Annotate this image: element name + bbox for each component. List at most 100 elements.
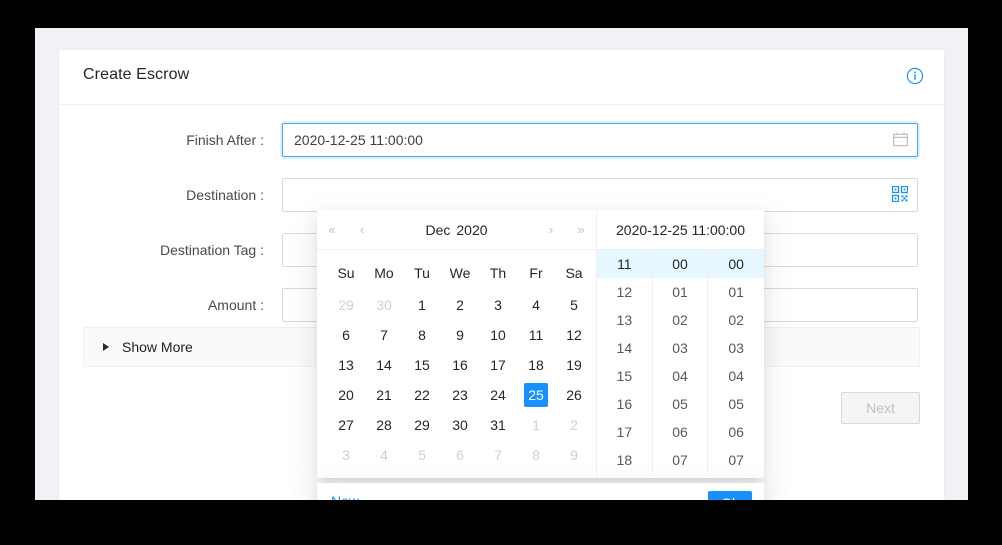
hour-option-14[interactable]: 14 xyxy=(597,334,652,362)
day-26[interactable]: 26 xyxy=(562,383,586,407)
day-6[interactable]: 6 xyxy=(334,323,358,347)
picker-view-label: Dec 2020 xyxy=(377,222,536,238)
card-header: Create Escrow xyxy=(59,50,944,105)
day-13[interactable]: 13 xyxy=(334,353,358,377)
hour-option-16[interactable]: 16 xyxy=(597,390,652,418)
calendar-cell: 22 xyxy=(403,380,441,410)
second-option-06[interactable]: 06 xyxy=(708,418,764,446)
next-month-button[interactable]: › xyxy=(536,210,566,250)
day-12[interactable]: 12 xyxy=(562,323,586,347)
qrcode-icon[interactable] xyxy=(891,185,909,203)
day-28[interactable]: 28 xyxy=(372,413,396,437)
calendar-cell: 25 xyxy=(517,380,555,410)
prev-month-button[interactable]: ‹ xyxy=(347,210,377,250)
ok-button[interactable]: Ok xyxy=(708,491,752,500)
second-option-05[interactable]: 05 xyxy=(708,390,764,418)
weekday-fr: Fr xyxy=(529,265,543,281)
day-16[interactable]: 16 xyxy=(448,353,472,377)
second-option-02[interactable]: 02 xyxy=(708,306,764,334)
day-6[interactable]: 6 xyxy=(448,443,472,467)
day-3[interactable]: 3 xyxy=(334,443,358,467)
day-29[interactable]: 29 xyxy=(410,413,434,437)
day-19[interactable]: 19 xyxy=(562,353,586,377)
day-4[interactable]: 4 xyxy=(524,293,548,317)
hour-option-12[interactable]: 12 xyxy=(597,278,652,306)
hour-option-18[interactable]: 18 xyxy=(597,446,652,474)
day-7[interactable]: 7 xyxy=(486,443,510,467)
day-9[interactable]: 9 xyxy=(448,323,472,347)
minute-option-05[interactable]: 05 xyxy=(653,390,708,418)
month-button[interactable]: Dec xyxy=(425,222,450,238)
hour-option-15[interactable]: 15 xyxy=(597,362,652,390)
day-2[interactable]: 2 xyxy=(562,413,586,437)
day-20[interactable]: 20 xyxy=(334,383,358,407)
day-21[interactable]: 21 xyxy=(372,383,396,407)
calendar-cell: 6 xyxy=(327,320,365,350)
day-11[interactable]: 11 xyxy=(524,323,548,347)
day-10[interactable]: 10 xyxy=(486,323,510,347)
calendar-week-row: 13 14 15 16 17 18 19 xyxy=(327,350,593,380)
hour-option-11[interactable]: 11 xyxy=(597,250,652,278)
minute-option-07[interactable]: 07 xyxy=(653,446,708,474)
day-30[interactable]: 30 xyxy=(372,293,396,317)
day-25-selected[interactable]: 25 xyxy=(524,383,548,407)
control-finish-after xyxy=(282,123,918,157)
second-option-00[interactable]: 00 xyxy=(708,250,764,278)
day-30[interactable]: 30 xyxy=(448,413,472,437)
minute-option-04[interactable]: 04 xyxy=(653,362,708,390)
day-14[interactable]: 14 xyxy=(372,353,396,377)
next-button[interactable]: Next xyxy=(841,392,920,424)
day-5[interactable]: 5 xyxy=(562,293,586,317)
next-year-button[interactable]: » xyxy=(566,210,596,250)
second-option-03[interactable]: 03 xyxy=(708,334,764,362)
second-option-04[interactable]: 04 xyxy=(708,362,764,390)
year-button[interactable]: 2020 xyxy=(456,222,487,238)
day-29[interactable]: 29 xyxy=(334,293,358,317)
day-17[interactable]: 17 xyxy=(486,353,510,377)
day-7[interactable]: 7 xyxy=(372,323,396,347)
day-9[interactable]: 9 xyxy=(562,443,586,467)
second-option-07[interactable]: 07 xyxy=(708,446,764,474)
control-destination xyxy=(282,178,918,212)
hour-option-17[interactable]: 17 xyxy=(597,418,652,446)
day-3[interactable]: 3 xyxy=(486,293,510,317)
minute-option-02[interactable]: 02 xyxy=(653,306,708,334)
day-1[interactable]: 1 xyxy=(524,413,548,437)
day-2[interactable]: 2 xyxy=(448,293,472,317)
day-23[interactable]: 23 xyxy=(448,383,472,407)
prev-year-button[interactable]: « xyxy=(317,210,347,250)
minute-option-01[interactable]: 01 xyxy=(653,278,708,306)
destination-input[interactable] xyxy=(282,178,918,212)
finish-after-input[interactable] xyxy=(282,123,918,157)
calendar-cell: 24 xyxy=(479,380,517,410)
calendar-cell: 29 xyxy=(403,410,441,440)
day-22[interactable]: 22 xyxy=(410,383,434,407)
calendar-cell: 31 xyxy=(479,410,517,440)
day-18[interactable]: 18 xyxy=(524,353,548,377)
info-circle-icon[interactable] xyxy=(906,67,924,85)
day-31[interactable]: 31 xyxy=(486,413,510,437)
picker-panels: « ‹ Dec 2020 › » Su Mo Tu We Th Fr Sa 29… xyxy=(317,210,764,478)
day-8[interactable]: 8 xyxy=(410,323,434,347)
day-15[interactable]: 15 xyxy=(410,353,434,377)
day-8[interactable]: 8 xyxy=(524,443,548,467)
minute-option-06[interactable]: 06 xyxy=(653,418,708,446)
hour-option-13[interactable]: 13 xyxy=(597,306,652,334)
calendar-cell: 26 xyxy=(555,380,593,410)
calendar-cell: 12 xyxy=(555,320,593,350)
day-5[interactable]: 5 xyxy=(410,443,434,467)
second-option-01[interactable]: 01 xyxy=(708,278,764,306)
day-27[interactable]: 27 xyxy=(334,413,358,437)
time-panel: 2020-12-25 11:00:00 11 12 13 14 15 16 17 18 00 01… xyxy=(597,210,764,478)
day-24[interactable]: 24 xyxy=(486,383,510,407)
label-destination: Destination : xyxy=(186,187,264,203)
minute-option-03[interactable]: 03 xyxy=(653,334,708,362)
browser-viewport: Create Escrow Finish After : 2020-12-25 … xyxy=(35,28,968,500)
day-4[interactable]: 4 xyxy=(372,443,396,467)
day-1[interactable]: 1 xyxy=(410,293,434,317)
now-link[interactable]: Now xyxy=(331,493,359,500)
calendar-cell: 2 xyxy=(441,290,479,320)
minute-option-00[interactable]: 00 xyxy=(652,250,708,278)
calendar-icon[interactable] xyxy=(892,131,909,148)
calendar-cell: 4 xyxy=(365,440,403,470)
